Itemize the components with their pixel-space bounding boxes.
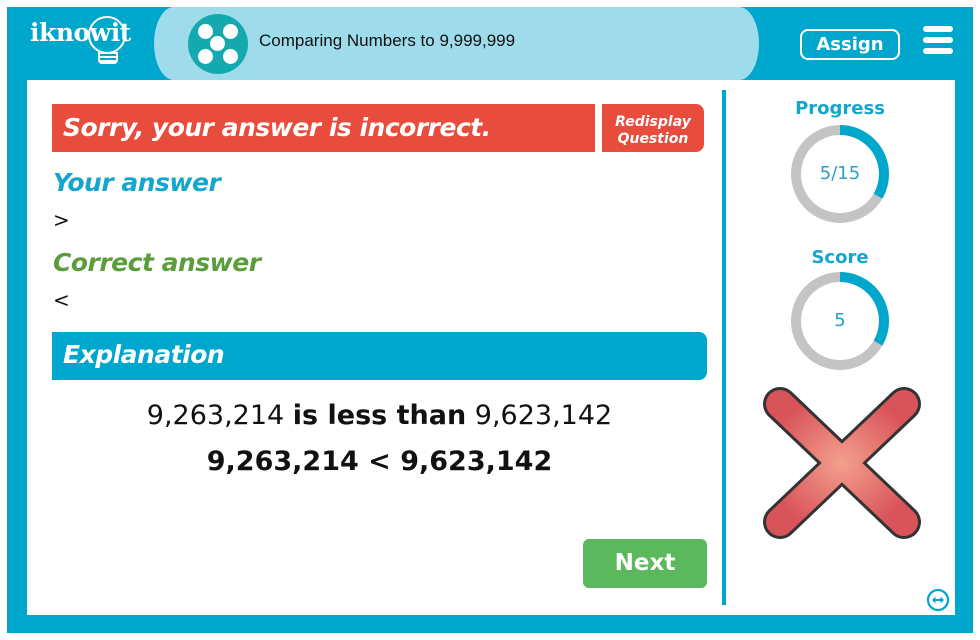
correct-answer-label: Correct answer: [53, 248, 261, 277]
explanation-sentence: 9,263,214 is less than 9,623,142: [52, 400, 707, 431]
number-a: 9,263,214: [146, 400, 285, 431]
sidebar-divider: [722, 90, 726, 605]
assign-button[interactable]: Assign: [800, 29, 900, 60]
your-answer-label: Your answer: [53, 168, 221, 197]
lesson-title: Comparing Numbers to 9,999,999: [259, 31, 516, 50]
explanation-equation: 9,263,214 < 9,623,142: [206, 446, 553, 477]
hamburger-menu-icon[interactable]: [923, 26, 953, 54]
score-label: Score: [811, 247, 869, 268]
your-answer-value: >: [53, 208, 70, 232]
redisplay-label-1: Redisplay: [615, 113, 691, 130]
relation-text: is less than: [292, 400, 467, 431]
expand-horizontal-icon[interactable]: [926, 588, 950, 612]
red-x-incorrect-icon: [763, 387, 921, 539]
lightbulb-base-icon: [98, 52, 118, 64]
progress-label: Progress: [795, 98, 885, 119]
score-value: 5: [834, 310, 846, 331]
lightbulb-icon: [88, 16, 126, 54]
explanation-header: Explanation: [52, 332, 707, 380]
incorrect-banner: Sorry, your answer is incorrect.: [52, 104, 595, 152]
five-dots-icon: [188, 14, 248, 74]
progress-value: 5/15: [819, 163, 861, 184]
redisplay-question-button[interactable]: Redisplay Question: [602, 104, 704, 152]
next-button[interactable]: Next: [583, 539, 707, 588]
correct-answer-value: <: [53, 288, 70, 312]
number-b: 9,623,142: [474, 400, 613, 431]
redisplay-label-2: Question: [617, 130, 689, 147]
